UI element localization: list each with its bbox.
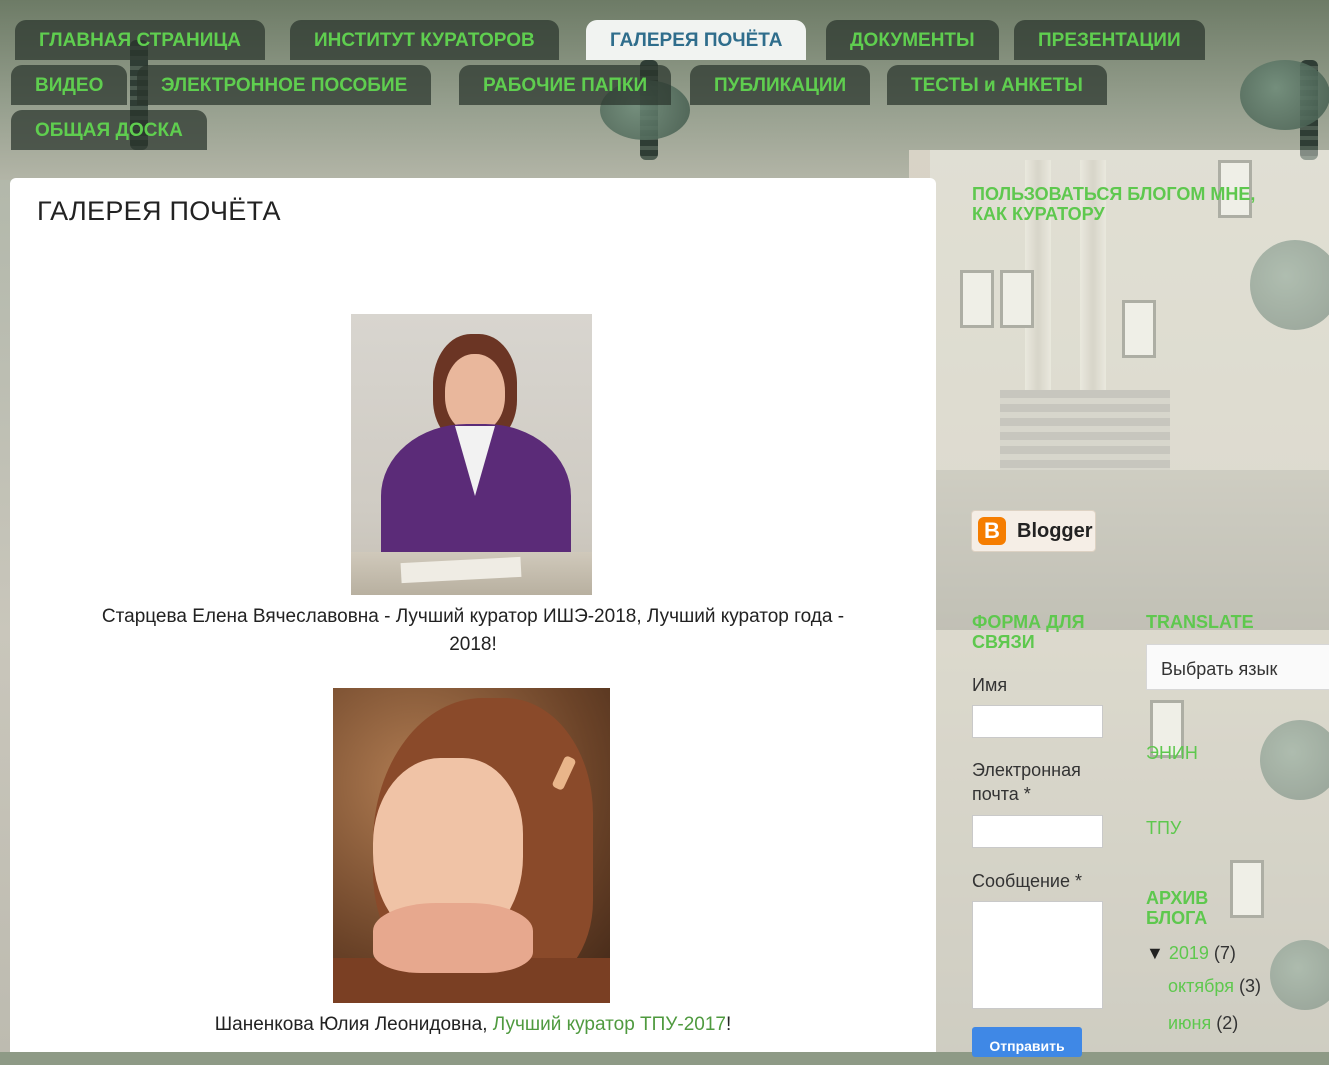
archive-month-link[interactable]: октября	[1168, 976, 1234, 996]
caption-text: Шаненкова Юлия Леонидовна,	[214, 1014, 493, 1035]
blogger-badge-label: Blogger	[1017, 520, 1093, 542]
name-label: Имя	[972, 675, 1008, 695]
tab-main-page[interactable]: ГЛАВНАЯ СТРАНИЦА	[15, 20, 266, 60]
tab-publications[interactable]: ПУБЛИКАЦИИ	[690, 65, 871, 105]
message-label: Сообщение *	[972, 871, 1082, 891]
name-field[interactable]	[972, 705, 1103, 738]
tab-presentations[interactable]: ПРЕЗЕНТАЦИИ	[1014, 20, 1205, 60]
caption-line: Старцева Елена Вячеславовна - Лучший кур…	[101, 606, 845, 627]
message-textarea[interactable]	[972, 901, 1103, 1009]
language-select[interactable]: Выбрать язык	[1146, 644, 1329, 690]
caption-text: !	[725, 1014, 732, 1035]
link-enin[interactable]: ЭНИН	[1146, 743, 1198, 764]
contact-form-heading: ФОРМА ДЛЯ СВЯЗИ	[972, 612, 1085, 652]
archive-month-count: (2)	[1216, 1013, 1239, 1033]
tab-work-folders[interactable]: РАБОЧИЕ ПАПКИ	[459, 65, 672, 105]
tab-curators-institute[interactable]: ИНСТИТУТ КУРАТОРОВ	[290, 20, 559, 60]
caption-shanenkova: Шаненкова Юлия Леонидовна, Лучший курато…	[50, 1011, 896, 1039]
translate-heading: TRANSLATE	[1146, 612, 1254, 632]
archive-month-count: (3)	[1238, 976, 1261, 996]
archive-year-row: ▼ 2019 (7)	[1146, 943, 1236, 964]
blogger-badge[interactable]: B Blogger	[971, 510, 1096, 552]
tab-hall-of-fame[interactable]: ГАЛЕРЕЯ ПОЧЁТА	[586, 20, 807, 60]
tab-common-board[interactable]: ОБЩАЯ ДОСКА	[11, 110, 207, 150]
curator-photo-shanenkova[interactable]	[333, 688, 610, 1003]
email-label: Электронная почта *	[972, 760, 1081, 804]
blogger-icon: B	[978, 517, 1006, 545]
archive-heading: АРХИВ БЛОГА	[1146, 888, 1209, 928]
best-curator-link[interactable]: Лучший куратор ТПУ-2017	[493, 1014, 726, 1035]
archive-month-row: октября (3)	[1168, 976, 1261, 997]
page-title: ГАЛЕРЕЯ ПОЧЁТА	[37, 196, 281, 226]
expand-toggle-icon[interactable]: ▼	[1146, 943, 1164, 963]
caption-startseva: Старцева Елена Вячеславовна - Лучший кур…	[50, 603, 896, 659]
caption-line: 2018!	[449, 634, 497, 655]
use-blog-heading[interactable]: ПОЛЬЗОВАТЬСЯ БЛОГОМ МНЕ, КАК КУРАТОРУ	[972, 184, 1272, 224]
email-field[interactable]	[972, 815, 1103, 848]
main-content: ГАЛЕРЕЯ ПОЧЁТА Старцева Елена Вячеславов…	[10, 178, 936, 1052]
main-navigation: ГЛАВНАЯ СТРАНИЦА ИНСТИТУТ КУРАТОРОВ ГАЛЕ…	[0, 0, 1329, 160]
archive-year-count: (7)	[1213, 943, 1236, 963]
send-button[interactable]: Отправить	[972, 1027, 1082, 1057]
tab-video[interactable]: ВИДЕО	[11, 65, 128, 105]
link-tpu[interactable]: ТПУ	[1146, 818, 1181, 839]
curator-photo-startseva[interactable]	[351, 314, 592, 595]
tab-documents[interactable]: ДОКУМЕНТЫ	[826, 20, 999, 60]
archive-month-row: июня (2)	[1168, 1013, 1238, 1034]
archive-year-link[interactable]: 2019	[1169, 943, 1209, 963]
archive-month-link[interactable]: июня	[1168, 1013, 1211, 1033]
tab-tests-surveys[interactable]: ТЕСТЫ и АНКЕТЫ	[887, 65, 1107, 105]
tab-e-manual[interactable]: ЭЛЕКТРОННОЕ ПОСОБИЕ	[137, 65, 432, 105]
